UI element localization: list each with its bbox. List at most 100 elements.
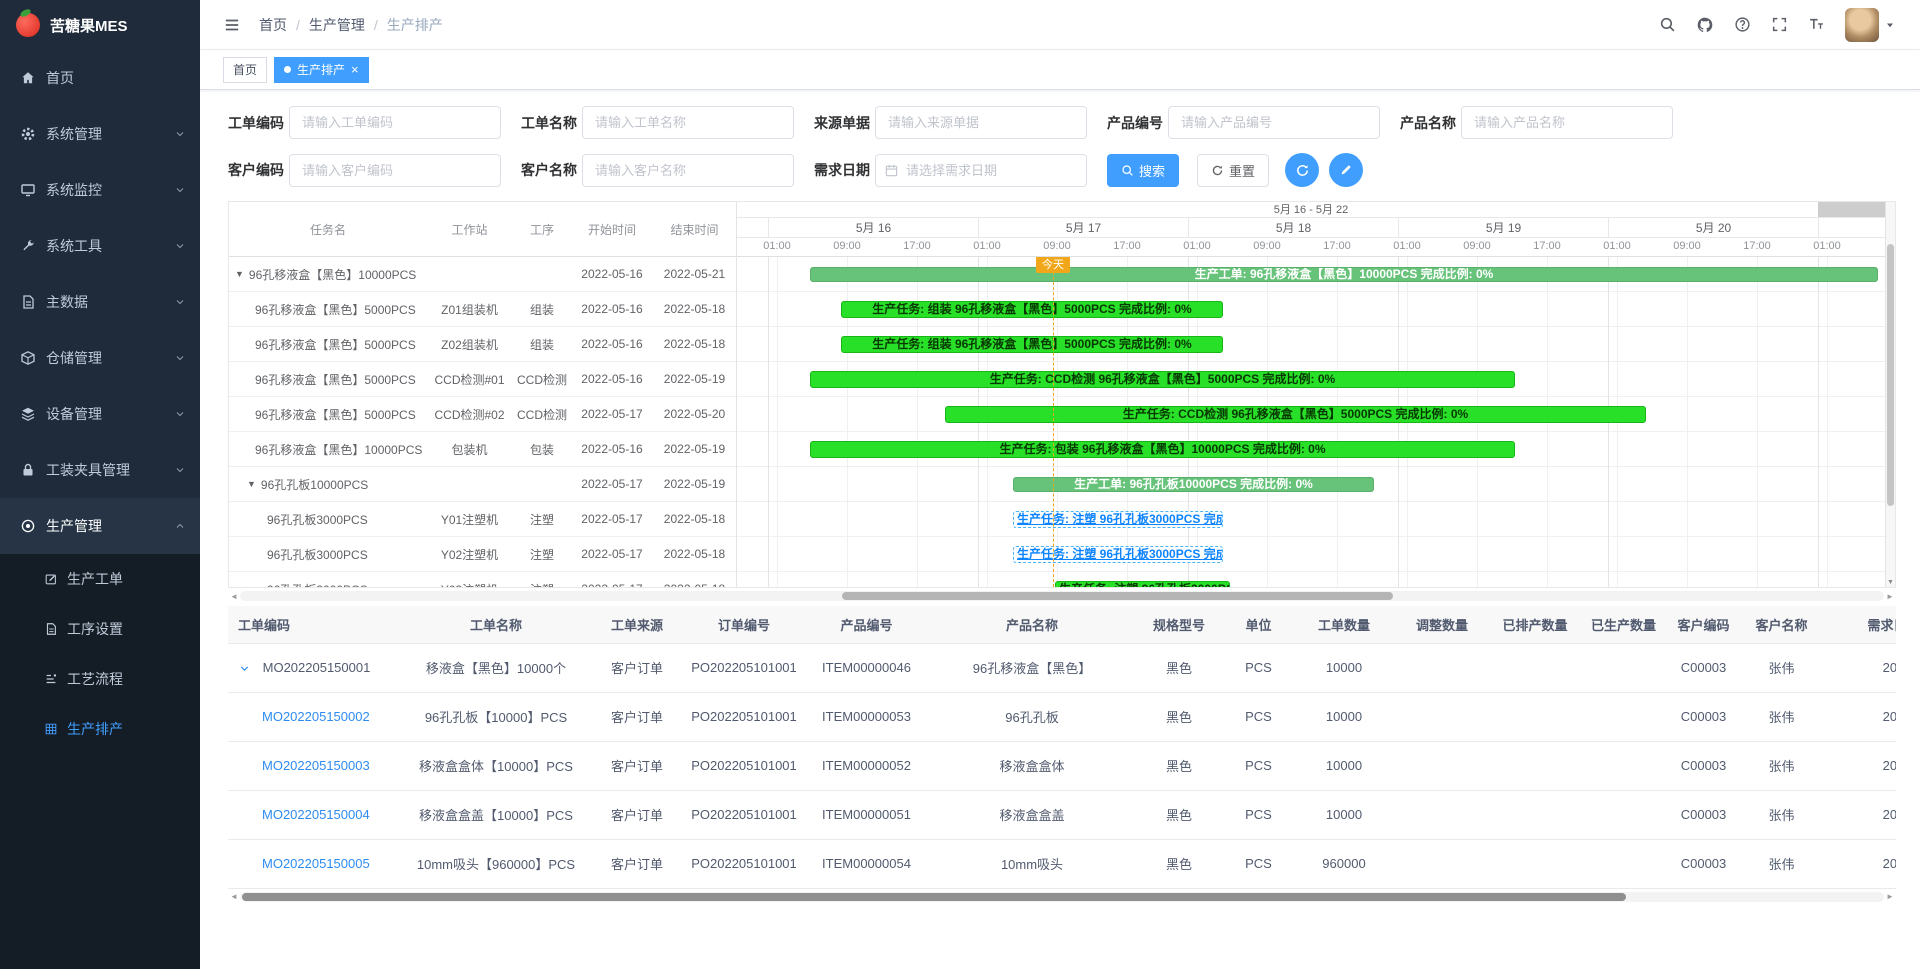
edit-schedule-button[interactable] bbox=[1329, 153, 1363, 187]
gantt-bar-task[interactable]: 生产任务: 组装 96孔移液盒【黑色】5000PCS 完成比例: 0% bbox=[841, 336, 1223, 353]
row-expand-chevron-icon[interactable] bbox=[238, 662, 251, 675]
table-row[interactable]: MO202205150003 移液盒盒体【10000】PCS 客户订单 PO20… bbox=[228, 741, 1896, 790]
table-row[interactable]: MO202205150002 96孔孔板【10000】PCS 客户订单 PO20… bbox=[228, 692, 1896, 741]
tab-home[interactable]: 首页 bbox=[223, 57, 267, 83]
gantt-bar-task[interactable]: 生产任务: CCD检测 96孔移液盒【黑色】5000PCS 完成比例: 0% bbox=[810, 371, 1515, 388]
gantt-bar-workorder[interactable]: 生产工单: 96孔移液盒【黑色】10000PCS 完成比例: 0% bbox=[810, 267, 1878, 282]
gantt-bar-workorder[interactable]: 生产工单: 96孔孔板10000PCS 完成比例: 0% bbox=[1013, 477, 1374, 492]
scrollbar-track[interactable] bbox=[240, 591, 1884, 601]
table-row[interactable]: MO202205150001 移液盒【黑色】10000个 客户订单 PO2022… bbox=[228, 643, 1896, 692]
breadcrumb-production-mgmt[interactable]: 生产管理 bbox=[309, 15, 365, 35]
sidebar-item-fixtures[interactable]: 工装夹具管理 bbox=[0, 442, 200, 498]
task-station: CCD检测#01 bbox=[427, 371, 512, 388]
gantt-task-row[interactable]: 96孔移液盒【黑色】10000PCS 包装机 包装 2022-05-16 202… bbox=[229, 432, 736, 467]
user-menu[interactable] bbox=[1845, 8, 1896, 42]
cell-scheduled-qty bbox=[1488, 741, 1582, 790]
gantt-vertical-scrollbar[interactable]: ▼ bbox=[1885, 202, 1895, 587]
gantt-bar-task[interactable]: 生产任务: 组装 96孔移液盒【黑色】5000PCS 完成比例: 0% bbox=[841, 301, 1223, 318]
sidebar-item-production-mgmt[interactable]: 生产管理 bbox=[0, 498, 200, 554]
gantt-bar-task-selected[interactable]: 生产任务: 注塑 96孔孔板3000PCS 完成比例: 0% bbox=[1013, 511, 1223, 528]
refresh-schedule-button[interactable] bbox=[1285, 153, 1319, 187]
sidebar-item-production-workorder[interactable]: 生产工单 bbox=[0, 554, 200, 604]
demand-date-input[interactable] bbox=[875, 154, 1087, 187]
table-row[interactable]: MO202205150005 10mm吸头【960000】PCS 客户订单 PO… bbox=[228, 839, 1896, 888]
sidebar-item-system-tools[interactable]: 系统工具 bbox=[0, 218, 200, 274]
source-doc-input[interactable] bbox=[875, 106, 1087, 139]
scrollbar-track[interactable] bbox=[240, 892, 1884, 902]
customer-name-input[interactable] bbox=[582, 154, 794, 187]
tools-icon bbox=[20, 238, 36, 254]
task-start: 2022-05-16 bbox=[572, 267, 652, 281]
product-code-input[interactable] bbox=[1168, 106, 1380, 139]
gantt-task-row[interactable]: 96孔移液盒【黑色】5000PCS CCD检测#01 CCD检测 2022-05… bbox=[229, 362, 736, 397]
gantt-task-row[interactable]: ▼96孔移液盒【黑色】10000PCS 2022-05-16 2022-05-2… bbox=[229, 257, 736, 292]
reset-button[interactable]: 重置 bbox=[1197, 154, 1269, 187]
scroll-left-arrow[interactable]: ◄ bbox=[228, 892, 240, 901]
scroll-down-arrow[interactable]: ▼ bbox=[1886, 579, 1895, 586]
workorder-code-link[interactable]: MO202205150005 bbox=[238, 856, 370, 871]
gantt-bar-task[interactable]: 生产任务: CCD检测 96孔移液盒【黑色】5000PCS 完成比例: 0% bbox=[945, 406, 1646, 423]
tab-close-icon[interactable]: × bbox=[351, 63, 359, 76]
gantt-bar-task[interactable]: 生产任务: 包装 96孔移液盒【黑色】10000PCS 完成比例: 0% bbox=[810, 441, 1515, 458]
menu-fold-icon[interactable] bbox=[223, 16, 241, 34]
gantt-task-row[interactable]: 96孔孔板3000PCS Y01注塑机 注塑 2022-05-17 2022-0… bbox=[229, 502, 736, 537]
help-icon[interactable] bbox=[1734, 16, 1751, 33]
sidebar-item-system-monitor[interactable]: 系统监控 bbox=[0, 162, 200, 218]
workorder-code-link[interactable]: MO202205150002 bbox=[238, 709, 370, 724]
sidebar-item-label: 主数据 bbox=[46, 292, 88, 312]
scroll-right-arrow[interactable]: ► bbox=[1884, 592, 1896, 601]
gantt-task-row[interactable]: 96孔移液盒【黑色】5000PCS Z01组装机 组装 2022-05-16 2… bbox=[229, 292, 736, 327]
gantt-bar-task-selected[interactable]: 生产任务: 注塑 96孔孔板3000PCS 完成比例: 0% bbox=[1013, 546, 1223, 563]
scrollbar-thumb[interactable] bbox=[1887, 244, 1894, 506]
sidebar-item-label: 系统监控 bbox=[46, 180, 102, 200]
fullscreen-icon[interactable] bbox=[1771, 16, 1788, 33]
sidebar-item-warehouse[interactable]: 仓储管理 bbox=[0, 330, 200, 386]
sidebar-item-process-settings[interactable]: 工序设置 bbox=[0, 604, 200, 654]
task-start: 2022-05-16 bbox=[572, 372, 652, 386]
gantt-task-row[interactable]: 96孔移液盒【黑色】5000PCS CCD检测#02 CCD检测 2022-05… bbox=[229, 397, 736, 432]
scroll-left-arrow[interactable]: ◄ bbox=[228, 592, 240, 601]
table-row[interactable]: MO202205150004 移液盒盒盖【10000】PCS 客户订单 PO20… bbox=[228, 790, 1896, 839]
gantt-task-row[interactable]: ▼96孔孔板10000PCS 2022-05-17 2022-05-19 bbox=[229, 467, 736, 502]
gantt-bar-task[interactable]: 生产任务: 注塑 96孔孔板3000PCS 完成比例: 0% bbox=[1055, 581, 1230, 587]
hour-tick-label: 09:00 bbox=[1463, 240, 1491, 252]
app-logo[interactable]: 苦糖果MES bbox=[0, 0, 200, 50]
gantt-task-row[interactable]: 96孔移液盒【黑色】5000PCS Z02组装机 组装 2022-05-16 2… bbox=[229, 327, 736, 362]
tab-production-scheduling[interactable]: 生产排产 × bbox=[274, 57, 369, 83]
gantt-horizontal-scrollbar[interactable]: ◄ ► bbox=[228, 590, 1896, 602]
workorder-code-input[interactable] bbox=[289, 106, 501, 139]
sidebar-item-equipment[interactable]: 设备管理 bbox=[0, 386, 200, 442]
font-size-icon[interactable] bbox=[1808, 16, 1825, 33]
flow-icon bbox=[44, 672, 58, 686]
hour-tick-label: 01:00 bbox=[973, 240, 1001, 252]
collapse-caret-icon[interactable]: ▼ bbox=[235, 269, 244, 279]
customer-code-input[interactable] bbox=[289, 154, 501, 187]
breadcrumb-home[interactable]: 首页 bbox=[259, 15, 287, 35]
sidebar-item-production-scheduling[interactable]: 生产排产 bbox=[0, 704, 200, 754]
github-icon[interactable] bbox=[1696, 16, 1714, 34]
sidebar-item-master-data[interactable]: 主数据 bbox=[0, 274, 200, 330]
product-name-input[interactable] bbox=[1461, 106, 1673, 139]
workorder-name-input[interactable] bbox=[582, 106, 794, 139]
sidebar-item-label: 生产管理 bbox=[46, 516, 102, 536]
task-name: 96孔孔板3000PCS bbox=[267, 581, 368, 588]
sidebar-item-system-mgmt[interactable]: 系统管理 bbox=[0, 106, 200, 162]
workorder-code-link[interactable]: MO202205150003 bbox=[238, 758, 370, 773]
avatar[interactable] bbox=[1845, 8, 1879, 42]
hour-tick-label: 17:00 bbox=[903, 240, 931, 252]
scroll-right-arrow[interactable]: ► bbox=[1884, 892, 1896, 901]
workorder-code-link[interactable]: MO202205150004 bbox=[238, 807, 370, 822]
cell-qty: 10000 bbox=[1292, 692, 1396, 741]
sidebar-item-process-flow[interactable]: 工艺流程 bbox=[0, 654, 200, 704]
scrollbar-thumb[interactable] bbox=[242, 893, 1626, 901]
orders-horizontal-scrollbar[interactable]: ◄ ► bbox=[228, 891, 1896, 903]
sidebar-item-home[interactable]: 首页 bbox=[0, 50, 200, 106]
hour-tick-label: 09:00 bbox=[1673, 240, 1701, 252]
gantt-task-row[interactable]: 96孔孔板3000PCS Y02注塑机 注塑 2022-05-17 2022-0… bbox=[229, 537, 736, 572]
workorder-code-link[interactable]: MO202205150001 bbox=[263, 660, 371, 675]
scrollbar-thumb[interactable] bbox=[842, 592, 1393, 600]
search-icon[interactable] bbox=[1659, 16, 1676, 33]
search-button[interactable]: 搜索 bbox=[1107, 154, 1179, 187]
gantt-task-row[interactable]: 96孔孔板3000PCS Y03注塑机 注塑 2022-05-17 2022-0… bbox=[229, 572, 736, 587]
collapse-caret-icon[interactable]: ▼ bbox=[247, 479, 256, 489]
